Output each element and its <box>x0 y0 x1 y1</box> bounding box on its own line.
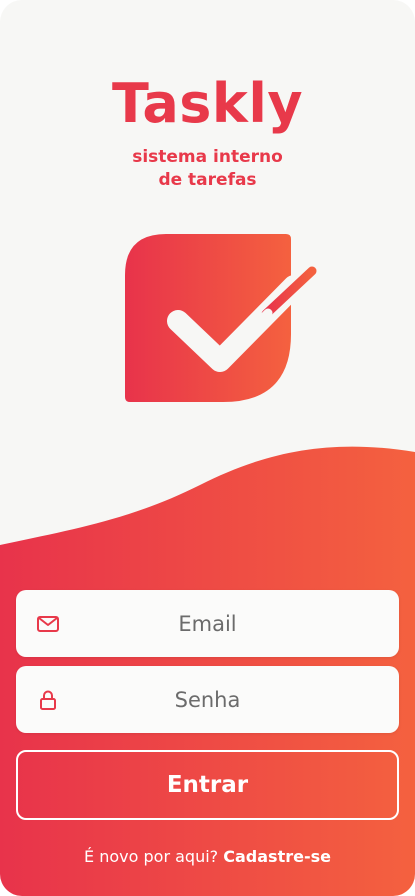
tagline-line-2: de tarefas <box>158 170 257 190</box>
signup-question: É novo por aqui? <box>84 847 219 866</box>
signup-prompt: É novo por aqui? Cadastre-se <box>0 847 415 866</box>
signup-link[interactable]: Cadastre-se <box>223 847 331 866</box>
email-field[interactable] <box>16 590 399 657</box>
login-screen: Taskly sistema interno de tarefas Email … <box>0 0 415 896</box>
app-tagline: sistema interno de tarefas <box>0 146 415 192</box>
password-field[interactable] <box>16 666 399 733</box>
checkmark-logo-icon <box>125 234 317 402</box>
email-input[interactable] <box>16 590 399 657</box>
gradient-wave-background <box>0 446 415 896</box>
app-logo-text: Taskly <box>111 72 304 135</box>
tagline-line-1: sistema interno <box>132 147 283 167</box>
password-input[interactable] <box>16 666 399 733</box>
login-button[interactable]: Entrar <box>16 750 399 820</box>
